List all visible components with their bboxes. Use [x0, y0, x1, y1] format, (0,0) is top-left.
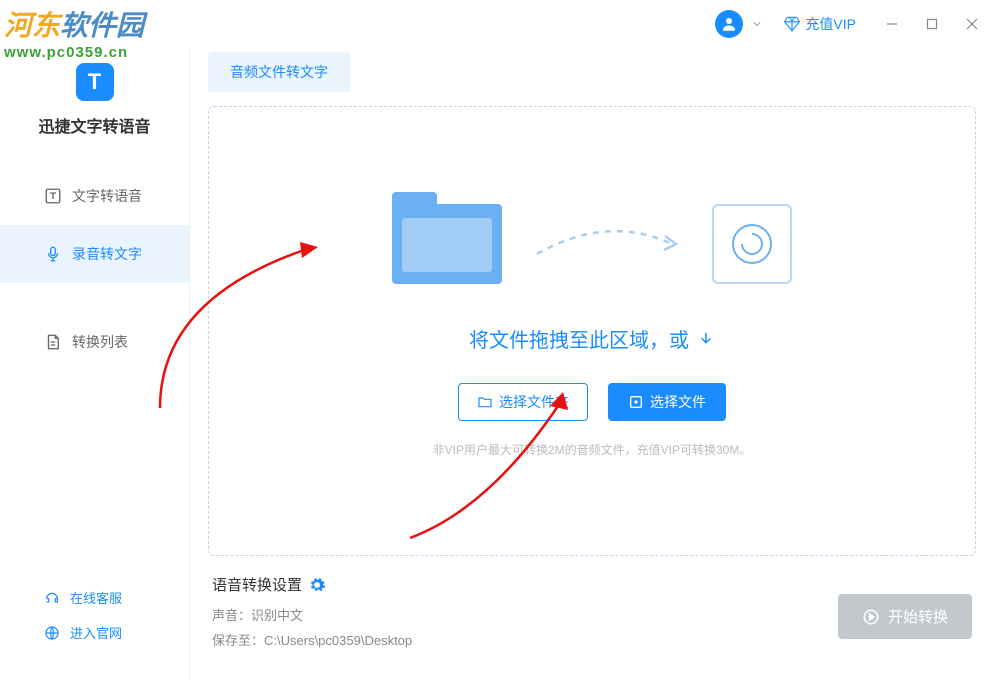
play-icon	[862, 608, 880, 626]
sidebar-item-label: 文字转语音	[72, 186, 142, 206]
main-content: 音频文件转文字 将文件拖拽至此区域，或 选择文件夹	[190, 48, 1000, 680]
diamond-icon	[783, 15, 801, 33]
select-file-button[interactable]: 选择文件	[608, 383, 726, 421]
sidebar-item-label: 转换列表	[72, 332, 128, 352]
close-icon	[966, 18, 978, 30]
dropzone-hint: 非VIP用户最大可转换2M的音频文件，充值VIP可转换30M。	[433, 441, 752, 458]
sidebar-item-text-to-speech[interactable]: 文字转语音	[0, 167, 189, 225]
close-button[interactable]	[956, 8, 988, 40]
headset-icon	[44, 590, 60, 606]
user-avatar[interactable]	[715, 10, 743, 38]
dropzone-graphic	[392, 204, 792, 284]
maximize-icon	[926, 18, 938, 30]
plus-square-icon	[628, 394, 644, 410]
sidebar-footer: 在线客服 进入官网	[0, 580, 189, 680]
app-logo-icon: T	[76, 63, 114, 101]
logo-area: T 迅捷文字转语音	[0, 48, 189, 167]
dropzone-prompt: 将文件拖拽至此区域，或	[469, 324, 715, 353]
dropzone-buttons: 选择文件夹 选择文件	[458, 383, 726, 421]
user-icon	[720, 15, 738, 33]
voice-setting: 声音：识别中文	[212, 605, 412, 624]
settings-info: 语音转换设置 声音：识别中文 保存至：C:\Users\pc0359\Deskt…	[212, 574, 412, 655]
sidebar-nav: 文字转语音 录音转文字 转换列表	[0, 167, 189, 580]
app-title: 迅捷文字转语音	[0, 113, 189, 137]
support-label: 在线客服	[70, 588, 122, 607]
sidebar-item-label: 录音转文字	[72, 244, 142, 264]
minimize-button[interactable]	[876, 8, 908, 40]
dashed-arrow-icon	[532, 224, 682, 264]
window-titlebar: 充值VIP	[0, 0, 1000, 48]
convert-target-icon	[712, 204, 792, 284]
maximize-button[interactable]	[916, 8, 948, 40]
minimize-icon	[886, 18, 898, 30]
start-convert-button[interactable]: 开始转换	[838, 594, 972, 639]
select-folder-button[interactable]: 选择文件夹	[458, 383, 588, 421]
file-dropzone[interactable]: 将文件拖拽至此区域，或 选择文件夹 选择文件 非VIP用户最大可转换2M的音频文…	[208, 106, 976, 556]
folder-icon	[392, 204, 502, 284]
vip-label: 充值VIP	[805, 14, 856, 34]
website-link[interactable]: 进入官网	[44, 615, 189, 650]
folder-small-icon	[477, 394, 493, 410]
vip-recharge-link[interactable]: 充值VIP	[783, 14, 856, 34]
text-icon	[44, 187, 62, 205]
microphone-icon	[44, 245, 62, 263]
support-link[interactable]: 在线客服	[44, 580, 189, 615]
sidebar: T 迅捷文字转语音 文字转语音 录音转文字 转换列表 在线客服	[0, 48, 190, 680]
tab-audio-to-text[interactable]: 音频文件转文字	[208, 52, 350, 92]
download-arrow-icon	[697, 330, 715, 348]
sidebar-item-convert-list[interactable]: 转换列表	[0, 313, 189, 371]
globe-icon	[44, 625, 60, 641]
tab-row: 音频文件转文字	[208, 48, 976, 92]
sidebar-item-audio-to-text[interactable]: 录音转文字	[0, 225, 189, 283]
save-path-setting: 保存至：C:\Users\pc0359\Desktop	[212, 630, 412, 649]
convert-settings: 语音转换设置 声音：识别中文 保存至：C:\Users\pc0359\Deskt…	[208, 556, 976, 655]
chevron-down-icon[interactable]	[751, 18, 763, 30]
settings-title: 语音转换设置	[212, 574, 412, 595]
website-label: 进入官网	[70, 623, 122, 642]
list-icon	[44, 333, 62, 351]
gear-icon[interactable]	[308, 576, 326, 594]
